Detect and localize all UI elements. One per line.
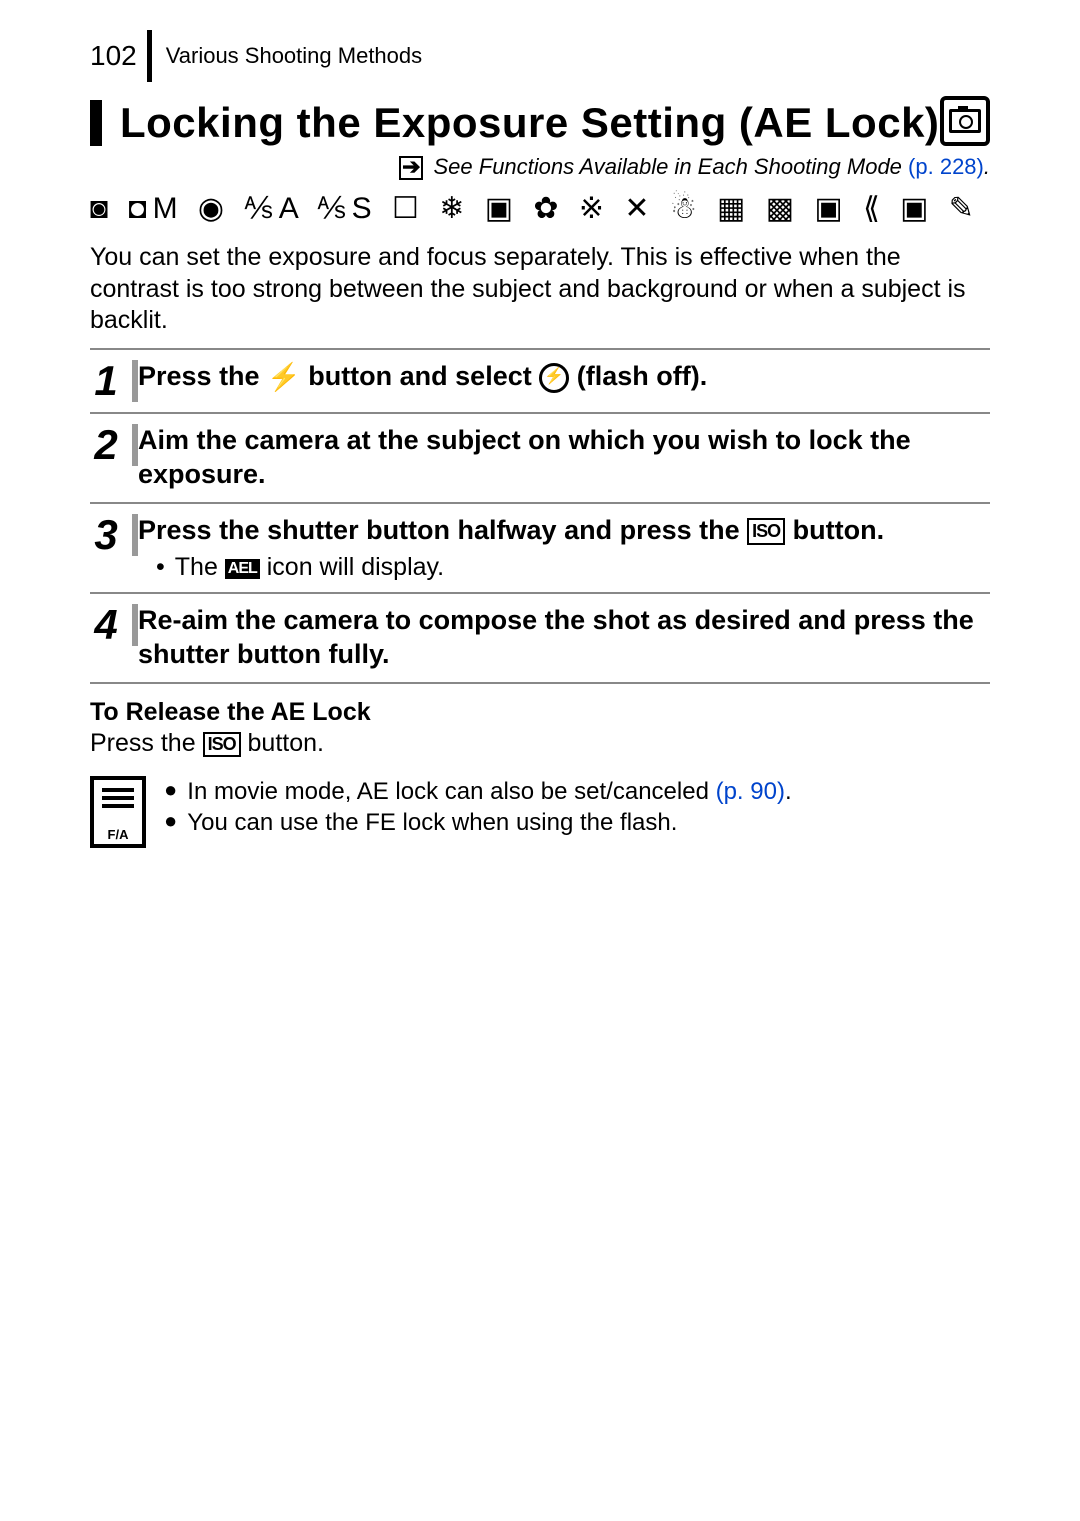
note-icon: F/A <box>90 776 146 848</box>
page-number: 102 <box>90 40 147 72</box>
iso-button-icon: ISO <box>747 518 785 545</box>
step-number: 1 <box>90 360 138 402</box>
arrow-icon: ➔ <box>399 156 423 180</box>
step-number: 2 <box>90 424 138 466</box>
note-item-1: ● In movie mode, AE lock can also be set… <box>164 776 792 807</box>
step-row-2: 2 Aim the camera at the subject on which… <box>90 413 990 503</box>
notes-box: F/A ● In movie mode, AE lock can also be… <box>90 776 990 848</box>
step-3-bullet: • The AEL icon will display. <box>138 553 990 582</box>
step-number: 3 <box>90 514 138 556</box>
title-block: Locking the Exposure Setting (AE Lock) <box>90 100 990 146</box>
note-item-2: ● You can use the FE lock when using the… <box>164 807 792 838</box>
step-number: 4 <box>90 604 138 646</box>
step-row-4: 4 Re-aim the camera to compose the shot … <box>90 593 990 683</box>
flash-icon: ⚡ <box>267 361 301 395</box>
camera-mode-icon <box>940 96 990 146</box>
step-3-title: Press the shutter button halfway and pre… <box>138 514 990 548</box>
header-divider <box>147 30 152 82</box>
release-title: To Release the AE Lock <box>90 698 990 727</box>
flash-off-icon: ⚡ <box>539 363 569 393</box>
page-header: 102 Various Shooting Methods <box>90 30 990 82</box>
step-2-title: Aim the camera at the subject on which y… <box>138 424 990 492</box>
see-functions-text: See Functions Available in Each Shooting… <box>434 154 902 179</box>
see-functions-note: ➔ See Functions Available in Each Shooti… <box>90 154 990 180</box>
ael-icon: AEL <box>225 559 260 579</box>
note-1-page-ref[interactable]: (p. 90) <box>716 778 785 805</box>
steps-table: 1 Press the ⚡ button and select ⚡ (flash… <box>90 348 990 684</box>
step-1-title: Press the ⚡ button and select ⚡ (flash o… <box>138 361 707 391</box>
step-4-title: Re-aim the camera to compose the shot as… <box>138 604 990 672</box>
step-row-3: 3 Press the shutter button halfway and p… <box>90 503 990 594</box>
iso-button-icon: ISO <box>203 732 241 757</box>
note-list: ● In movie mode, AE lock can also be set… <box>164 776 792 838</box>
shooting-mode-icons-row: ◙ ◘M ◉ ⅍A ⅍S ☐ ❄ ▣ ✿ ※ ✕ ☃ ▦ ▩ ▣ ⟪ ▣ ✎ ✱… <box>90 190 990 234</box>
step-row-1: 1 Press the ⚡ button and select ⚡ (flash… <box>90 349 990 413</box>
intro-paragraph: You can set the exposure and focus separ… <box>90 242 990 336</box>
release-body: Press the ISO button. <box>90 729 990 758</box>
page-title: Locking the Exposure Setting (AE Lock) <box>120 100 990 146</box>
see-functions-page-ref[interactable]: (p. 228) <box>908 154 984 179</box>
section-name: Various Shooting Methods <box>166 43 422 69</box>
